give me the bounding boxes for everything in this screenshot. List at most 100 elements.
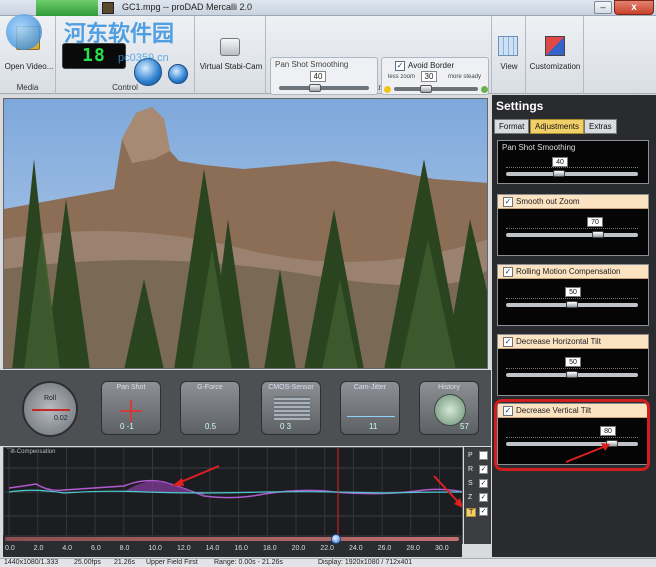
timeline-tick-label: 24.0 — [349, 545, 363, 552]
panel-htilt-value[interactable]: 50 — [565, 357, 581, 367]
timeline-tick-label: 6.0 — [91, 545, 101, 552]
panel-pan-shot-label: Pan Shot Smoothing — [502, 143, 576, 152]
panel-pan-shot-value[interactable]: 40 — [552, 157, 568, 167]
cam-jitter-label: Cam-Jitter — [353, 384, 387, 391]
watermark-url: pc0359.cn — [118, 52, 169, 64]
tilt-curve-purple — [8, 479, 462, 499]
lock-icon — [384, 86, 391, 93]
timeline-track[interactable] — [5, 537, 459, 541]
close-button[interactable]: x — [614, 0, 654, 15]
pan-shot-value[interactable]: 40 — [310, 71, 326, 82]
pan-shot-smoothing-control: Pan Shot Smoothing 40 — [270, 57, 378, 95]
timeline-tick-label: 10.0 — [148, 545, 162, 552]
panel-pan-shot-smoothing: Pan Shot Smoothing 40 — [497, 140, 649, 184]
status-bar: 1440x1080/1.333 25.00fps 21.26s Upper Fi… — [0, 558, 656, 567]
ok-icon — [481, 86, 488, 93]
avoid-border-checkbox[interactable]: ✓ — [395, 61, 405, 71]
timeline-tick-label: 14.0 — [205, 545, 220, 552]
legend-s-label: S — [468, 480, 473, 487]
quick-access-tab[interactable] — [36, 0, 98, 16]
history-label: History — [438, 384, 460, 391]
timeline-tick-label: 20.0 — [291, 545, 306, 552]
timeline-tick-label: 12.0 — [177, 545, 191, 552]
panel-rolling-thumb[interactable] — [566, 301, 578, 308]
panel-zoom-thumb[interactable] — [592, 231, 605, 238]
annotation-arrow-1-head — [172, 478, 184, 486]
g-force-label: G-Force — [197, 384, 223, 391]
roll-gauge: Roll 0.02 — [22, 381, 78, 437]
legend-s-checkbox[interactable]: ✓ — [479, 479, 488, 488]
control-group-label: Control — [112, 83, 138, 92]
avoid-border-track[interactable] — [394, 87, 478, 91]
panel-zoom-ticks — [506, 228, 638, 231]
panel-zoom-value[interactable]: 70 — [587, 217, 603, 227]
panel-rolling-value[interactable]: 50 — [565, 287, 581, 297]
tab-adjustments[interactable]: Adjustments — [530, 119, 585, 134]
timeline[interactable]: 0.0 2.0 4.0 6.0 8.0 10.0 12.0 14.0 16.0 18.0 20.0 2… — [3, 534, 462, 557]
timeline-tick-label: 26.0 — [377, 545, 392, 552]
legend-t-checkbox[interactable]: ✓ — [479, 507, 488, 516]
tilt-compensation-graph[interactable]: Tilt-Compensation — [3, 447, 463, 544]
panel-pan-shot-track[interactable] — [506, 172, 638, 176]
pan-shot-thumb[interactable] — [309, 84, 321, 92]
graph-legend: P R ✓ S ✓ Z ✓ T ✓ — [464, 447, 491, 544]
avoid-border-thumb[interactable] — [420, 85, 432, 93]
jitter-line-icon — [347, 416, 395, 417]
cmos-sensor-instrument: CMOS-Sensor 0 3 — [261, 381, 321, 435]
tilt-area — [124, 481, 204, 496]
timeline-tick-label: 30.0 — [435, 545, 449, 552]
panel-zoom-label: Smooth out Zoom — [498, 195, 648, 209]
legend-z-checkbox[interactable]: ✓ — [479, 493, 488, 502]
panel-htilt-label: Decrease Horizontal Tilt — [498, 335, 648, 349]
video-frame — [4, 99, 487, 368]
stabicam-group: Virtual Stabi-Cam — [196, 16, 266, 94]
pan-shot-instrument-label: Pan Shot — [116, 384, 146, 391]
timeline-tick-label: 0.0 — [5, 545, 15, 552]
pan-shot-instrument-value: 0 -1 — [120, 422, 134, 431]
cmos-bars-icon — [274, 396, 310, 420]
stop-button[interactable] — [168, 64, 188, 84]
status-range: Range: 0.00s - 21.26s — [214, 559, 283, 566]
tab-format[interactable]: Format — [494, 119, 530, 134]
avoid-border-value[interactable]: 30 — [421, 71, 437, 82]
stabicam-icon — [220, 38, 240, 56]
app-icon — [102, 2, 114, 14]
virtual-stabicam-button[interactable]: Virtual Stabi-Cam — [198, 62, 264, 71]
view-icon — [498, 36, 518, 56]
media-group-label: Media — [16, 83, 39, 92]
customization-button[interactable]: Customization — [526, 62, 584, 71]
roll-value: 0.02 — [54, 415, 68, 422]
timeline-tick-label: 8.0 — [119, 545, 130, 552]
timeline-playhead[interactable] — [331, 534, 342, 544]
panel-htilt-checkbox[interactable]: ✓ — [503, 337, 513, 347]
panel-pan-shot-thumb[interactable] — [552, 170, 565, 177]
panel-horizontal-tilt: Decrease Horizontal Tilt ✓ 50 — [497, 334, 649, 396]
customization-group: Customization — [526, 16, 584, 94]
history-instrument: History 57 — [419, 381, 479, 435]
watermark-text: 河东软件园 — [64, 21, 175, 46]
annotation-arrow-3 — [565, 443, 610, 463]
panel-rolling-motion: Rolling Motion Compensation ✓ 50 — [497, 264, 649, 326]
timeline-tick-label: 16.0 — [234, 545, 248, 552]
panel-rolling-checkbox[interactable]: ✓ — [503, 267, 513, 277]
cam-jitter-value: 11 — [369, 422, 378, 431]
g-force-instrument: G-Force 0.5 — [180, 381, 240, 435]
video-preview — [3, 98, 488, 369]
cmos-sensor-label: CMOS-Sensor — [268, 384, 314, 391]
cam-jitter-instrument: Cam-Jitter 11 — [340, 381, 400, 435]
cmos-sensor-value: 0 3 — [280, 422, 292, 431]
legend-p-checkbox[interactable] — [479, 451, 488, 460]
roll-label: Roll — [43, 395, 57, 402]
panel-zoom-track[interactable] — [506, 233, 638, 237]
title-bar: GC1.mpg -- proDAD Mercalli 2.0 – x — [0, 0, 656, 16]
view-button[interactable]: View — [492, 62, 526, 71]
panel-zoom-checkbox[interactable]: ✓ — [503, 197, 513, 207]
status-display: Display: 1920x1080 / 712x401 — [318, 559, 413, 566]
timeline-tick-label: 2.0 — [33, 545, 44, 552]
open-video-button[interactable]: Open Video... — [4, 62, 54, 71]
legend-r-checkbox[interactable]: ✓ — [479, 465, 488, 474]
pan-shot-track[interactable] — [279, 86, 369, 90]
minimize-button[interactable]: – — [594, 1, 612, 14]
tab-extras[interactable]: Extras — [584, 119, 617, 134]
panel-htilt-thumb[interactable] — [566, 371, 578, 378]
